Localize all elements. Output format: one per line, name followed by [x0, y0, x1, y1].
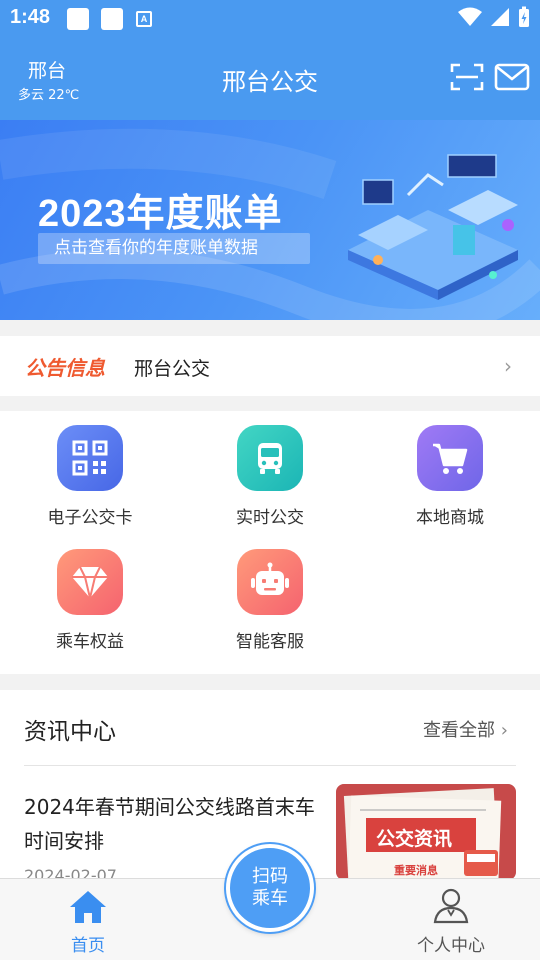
- notice-text: 邢台公交: [134, 358, 211, 380]
- chevron-right-icon: ›: [500, 720, 508, 741]
- service-e-bus-card[interactable]: 电子公交卡: [0, 425, 180, 528]
- service-realtime-bus[interactable]: 实时公交: [180, 425, 360, 528]
- signal-icon: [491, 8, 509, 26]
- service-label: 实时公交: [236, 508, 304, 528]
- robot-icon: [237, 549, 303, 615]
- nav-profile-label: 个人中心: [417, 936, 485, 956]
- scan-icon[interactable]: [450, 62, 484, 92]
- wifi-icon: [458, 7, 482, 26]
- service-smart-support[interactable]: 智能客服: [180, 549, 360, 652]
- service-label: 智能客服: [236, 632, 304, 652]
- status-time: 1:48: [10, 6, 51, 28]
- home-icon: [70, 891, 106, 923]
- qr-code-icon: [57, 425, 123, 491]
- notice-tag: 公告信息: [25, 356, 105, 380]
- isometric-city-illustration: [348, 154, 518, 300]
- service-local-mall[interactable]: 本地商城: [360, 425, 540, 528]
- scan-line1: 扫码: [252, 866, 288, 887]
- notification-a-icon: A: [136, 11, 152, 27]
- service-ride-benefits[interactable]: 乘车权益: [0, 549, 180, 652]
- banner-subtitle: 点击查看你的年度账单数据: [38, 233, 310, 264]
- status-bar: 1:48 A: [0, 0, 540, 36]
- battery-icon: [519, 6, 529, 27]
- top-header: 1:48 A 邢台 多云 22℃ 邢台公交: [0, 0, 540, 120]
- notification-icon: [101, 8, 123, 30]
- view-all-label: 查看全部: [423, 720, 495, 741]
- service-grid: 电子公交卡 实时公交 本地商城 乘车权益 智能客服: [0, 411, 540, 674]
- nav-home[interactable]: 首页: [62, 889, 114, 956]
- scan-line2: 乘车: [252, 888, 288, 909]
- nav-profile[interactable]: 个人中心: [408, 887, 494, 956]
- diamond-icon: [57, 549, 123, 615]
- divider: [24, 765, 516, 766]
- service-label: 乘车权益: [56, 632, 124, 652]
- service-label: 本地商城: [416, 508, 484, 528]
- thumbnail-headline: 公交资讯: [376, 828, 453, 850]
- mail-icon[interactable]: [494, 62, 530, 92]
- annual-bill-banner[interactable]: 2023年度账单 点击查看你的年度账单数据: [0, 120, 540, 320]
- scan-to-ride-button[interactable]: 扫码 乘车: [226, 844, 314, 932]
- person-icon: [433, 888, 469, 924]
- news-section-title: 资讯中心: [24, 719, 116, 745]
- banner-title: 2023年度账单: [38, 193, 283, 235]
- shopping-cart-icon: [417, 425, 483, 491]
- thumbnail-subline: 重要消息: [394, 864, 438, 877]
- nav-home-label: 首页: [71, 936, 105, 956]
- news-thumbnail: 公交资讯 重要消息: [336, 784, 516, 880]
- notification-icon: [67, 8, 89, 30]
- service-label: 电子公交卡: [47, 508, 133, 528]
- view-all-link[interactable]: 查看全部 ›: [423, 716, 508, 742]
- notice-bar[interactable]: 公告信息 邢台公交 ›: [0, 336, 540, 396]
- bus-icon: [237, 425, 303, 491]
- chevron-right-icon: ›: [504, 354, 512, 378]
